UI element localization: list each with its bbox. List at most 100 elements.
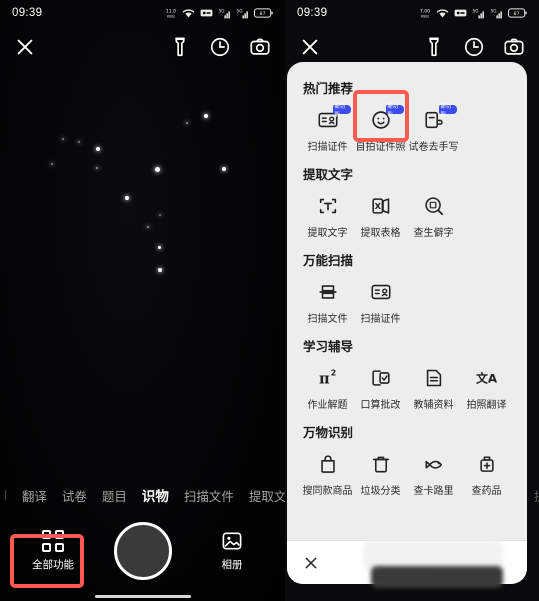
svg-text:KB/s: KB/s: [421, 15, 429, 19]
switch-camera-icon[interactable]: [503, 36, 525, 58]
history-icon[interactable]: [209, 36, 231, 58]
section-universal-scan: 万能扫描 扫描文件 扫描证件: [301, 250, 513, 325]
function-item-label: 自拍证件照: [355, 142, 406, 153]
sheet-footer: 全部功能: [287, 540, 527, 584]
extract-table-icon: X: [366, 193, 396, 219]
mode-tab-saomiaowenjian[interactable]: 扫描文件: [184, 486, 234, 505]
function-item-extract-text[interactable]: 提取文字: [301, 191, 354, 239]
left-phone-screen: 09:39 11.0 KB/s 5G 5G 87 | 翻译 试卷 题目 识物 扫…: [0, 0, 285, 601]
scan-id-icon: [366, 279, 396, 305]
function-item-label: 教辅资料: [413, 400, 454, 411]
star: [78, 141, 80, 143]
star: [125, 196, 129, 200]
all-functions-button[interactable]: 全部功能: [22, 529, 84, 572]
mode-tab-fanyi[interactable]: 翻译: [22, 486, 47, 505]
extract-text-icon: [313, 193, 343, 219]
function-item-scan-id-card[interactable]: 扫描证件: [354, 277, 407, 325]
star: [204, 114, 208, 118]
function-item-check-medicine[interactable]: 查药品: [460, 449, 513, 497]
album-button[interactable]: 相册: [201, 530, 263, 572]
svg-text:87: 87: [514, 11, 520, 17]
wifi-icon: [182, 8, 195, 17]
function-item-label: 扫描证件: [360, 314, 401, 325]
function-item-mental-math-check[interactable]: 口算批改: [354, 363, 407, 411]
star: [147, 226, 149, 228]
section-hot-recommend: 热门推荐 新功能 扫描证件 新功能 自拍证件照 新功能 试卷去手写: [301, 78, 513, 153]
function-item-extract-table[interactable]: X 提取表格: [354, 191, 407, 239]
function-item-label: 查药品: [471, 486, 502, 497]
svg-text:X: X: [374, 201, 381, 211]
camera-top-bar: [285, 30, 539, 64]
screenshot-stage: 09:39 11.0 KB/s 5G 5G 87 | 翻译 试卷 题目 识物 扫…: [0, 0, 539, 601]
study-material-icon: [419, 365, 449, 391]
close-icon[interactable]: [299, 36, 321, 58]
switch-camera-icon[interactable]: [249, 36, 271, 58]
photo-translate-icon: 文 A: [472, 365, 502, 391]
signal-2-icon: 5G: [491, 8, 502, 18]
signal-1-icon: 5G: [473, 8, 484, 18]
shutter-bar: 全部功能 相册: [0, 508, 285, 593]
mode-tab-shijuan[interactable]: 试卷: [62, 486, 87, 505]
star: [158, 268, 162, 272]
section-title: 万物识别: [303, 426, 354, 440]
function-item-label: 查卡路里: [413, 486, 454, 497]
mode-tab-bar[interactable]: | 翻译 试卷 题目 识物 扫描文件 提取文字 |: [0, 482, 285, 508]
function-item-search-product[interactable]: 搜同款商品: [301, 449, 354, 497]
history-icon[interactable]: [463, 36, 485, 58]
function-item-rare-character[interactable]: 查生僻字: [407, 191, 460, 239]
medicine-icon: [472, 451, 502, 477]
section-grid: 扫描文件 扫描证件: [301, 277, 513, 325]
function-item-scan-id[interactable]: 新功能 扫描证件: [301, 104, 354, 153]
status-icons: 7.00 KB/s 5G 5G 87: [419, 7, 527, 19]
signal-2-icon: 5G: [237, 8, 248, 18]
function-item-label: 拍照翻译: [466, 400, 507, 411]
pi-squared-icon: π 2: [313, 365, 343, 391]
close-icon[interactable]: [14, 36, 36, 58]
wifi-icon: [436, 8, 449, 17]
paper-erase-icon: 新功能: [419, 104, 457, 133]
star: [159, 214, 161, 216]
data-speed-icon: 11.0 KB/s: [166, 9, 176, 19]
svg-text:5G: 5G: [491, 8, 497, 13]
shutter-button[interactable]: [113, 521, 172, 580]
battery-icon: 87: [508, 8, 527, 18]
vpn-icon: [454, 9, 467, 17]
trash-icon: [366, 451, 396, 477]
function-item-erase-handwriting[interactable]: 新功能 试卷去手写: [407, 104, 460, 154]
svg-text:5G: 5G: [473, 8, 479, 13]
status-bar: 09:39 7.00 KB/s 5G 5G 87: [285, 0, 539, 26]
status-time: 09:39: [12, 7, 43, 19]
function-item-label: 搜同款商品: [302, 486, 353, 497]
camera-top-actions: [169, 36, 271, 58]
fish-calorie-icon: [419, 451, 449, 477]
new-badge: 新功能: [385, 104, 404, 118]
function-item-trash-sorting[interactable]: 垃圾分类: [354, 449, 407, 497]
mode-tab-shiwu[interactable]: 识物: [142, 485, 169, 505]
function-item-label: 提取文字: [307, 228, 348, 239]
data-speed-icon: 7.00 KB/s: [420, 9, 430, 19]
mode-tab-tiquwenzi[interactable]: 提取文字: [249, 486, 285, 505]
mode-tab-leading-partial[interactable]: |: [4, 489, 7, 501]
home-indicator: [94, 595, 191, 598]
mental-math-check-icon: [366, 365, 396, 391]
flashlight-icon[interactable]: [423, 36, 445, 58]
function-item-scan-document[interactable]: 扫描文件: [301, 277, 354, 325]
shopping-bag-icon: [313, 451, 343, 477]
flashlight-icon[interactable]: [169, 36, 191, 58]
function-item-selfie-id-photo[interactable]: 新功能 自拍证件照: [354, 104, 407, 154]
function-item-photo-translate[interactable]: 文 A 拍照翻译: [460, 363, 513, 411]
sheet-footer-title: 全部功能: [380, 556, 433, 571]
mode-tab-timu[interactable]: 题目: [102, 486, 127, 505]
section-grid: 新功能 扫描证件 新功能 自拍证件照 新功能 试卷去手写: [301, 104, 513, 154]
battery-icon: 87: [254, 8, 273, 18]
function-item-study-material[interactable]: 教辅资料: [407, 363, 460, 411]
function-item-homework-solve[interactable]: π 2 作业解题: [301, 363, 354, 411]
function-item-check-calorie[interactable]: 查卡路里: [407, 449, 460, 497]
sheet-scroll-area[interactable]: 热门推荐 新功能 扫描证件 新功能 自拍证件照 新功能 试卷去手写 提取文字 提…: [287, 62, 527, 540]
camera-top-actions: [423, 36, 525, 58]
svg-text:π: π: [318, 371, 329, 388]
right-phone-screen: | 翻译 试卷 题目 识物 扫描文件 提取文字 09:39 7.00 KB/s: [285, 0, 539, 601]
star: [96, 147, 100, 151]
svg-text:5G: 5G: [237, 8, 243, 13]
all-functions-sheet: 热门推荐 新功能 扫描证件 新功能 自拍证件照 新功能 试卷去手写 提取文字 提…: [287, 62, 527, 584]
